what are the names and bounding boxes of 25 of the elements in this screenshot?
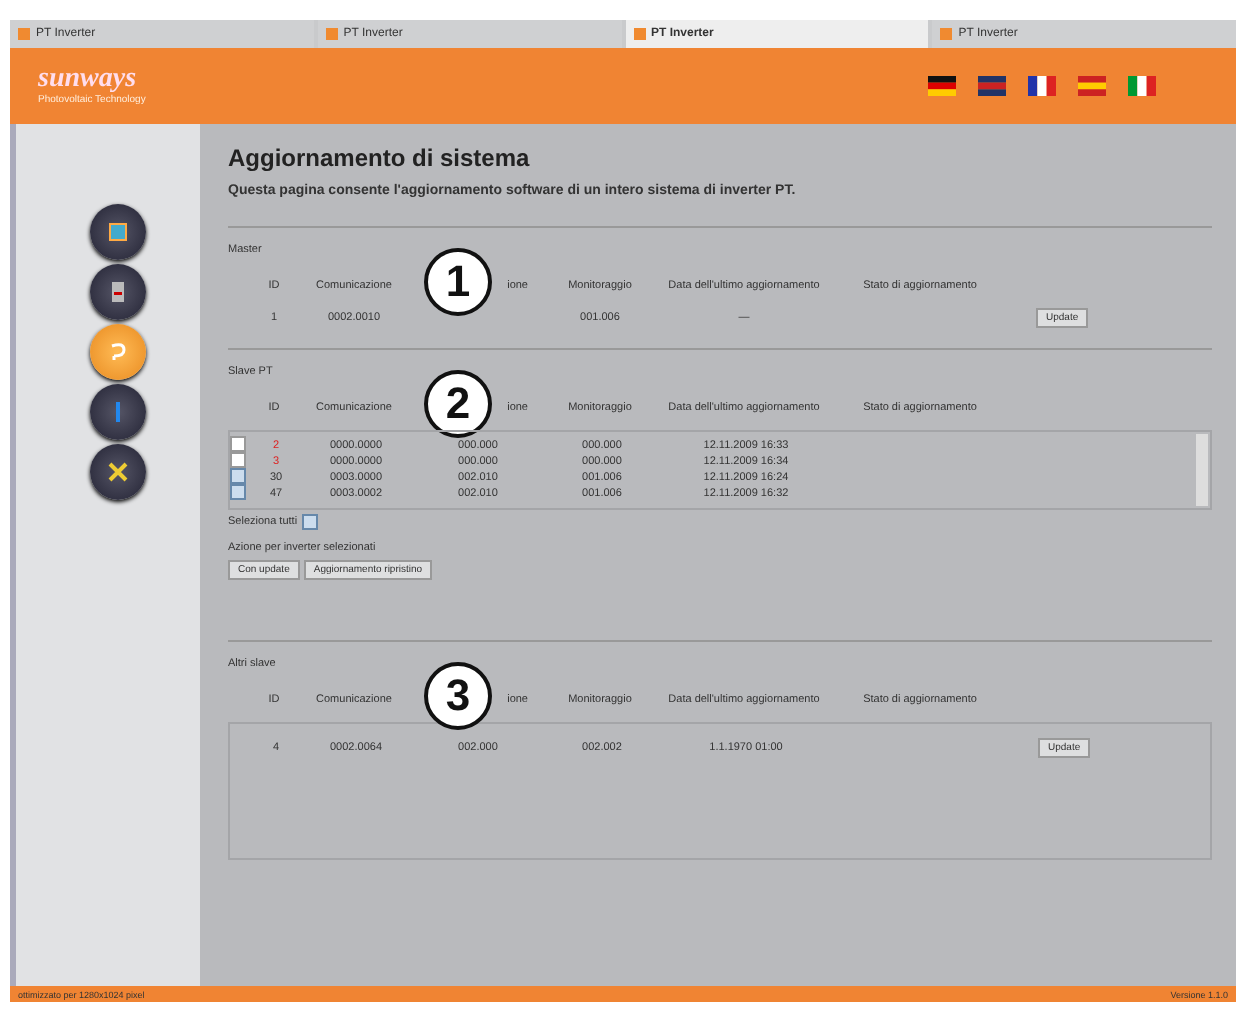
flag-icon[interactable] xyxy=(928,76,956,96)
callout-number: 2 xyxy=(424,370,492,438)
checkbox[interactable] xyxy=(230,468,246,484)
page-title: Aggiornamento di sistema xyxy=(228,144,532,172)
checkbox[interactable] xyxy=(301,514,318,530)
favicon-icon xyxy=(18,28,30,40)
checkbox[interactable] xyxy=(230,484,246,500)
favicon-icon xyxy=(940,28,953,40)
device-icon xyxy=(106,280,130,304)
nav-button[interactable] xyxy=(90,444,146,500)
flag-icon[interactable] xyxy=(1028,76,1056,96)
callout-number: 3 xyxy=(424,662,492,730)
scrollbar[interactable] xyxy=(1196,434,1208,506)
logo: sunways xyxy=(38,66,137,94)
checkbox[interactable] xyxy=(230,436,246,452)
nav-button[interactable] xyxy=(90,384,146,440)
cube-icon xyxy=(106,220,130,244)
tools-icon xyxy=(106,460,130,484)
nav-button[interactable] xyxy=(90,204,146,260)
checkbox[interactable] xyxy=(230,452,246,468)
nav-button[interactable] xyxy=(90,264,146,320)
favicon-icon xyxy=(633,28,645,40)
nav-button[interactable] xyxy=(90,324,146,380)
favicon-icon xyxy=(325,28,338,40)
callout-number: 1 xyxy=(424,248,492,316)
